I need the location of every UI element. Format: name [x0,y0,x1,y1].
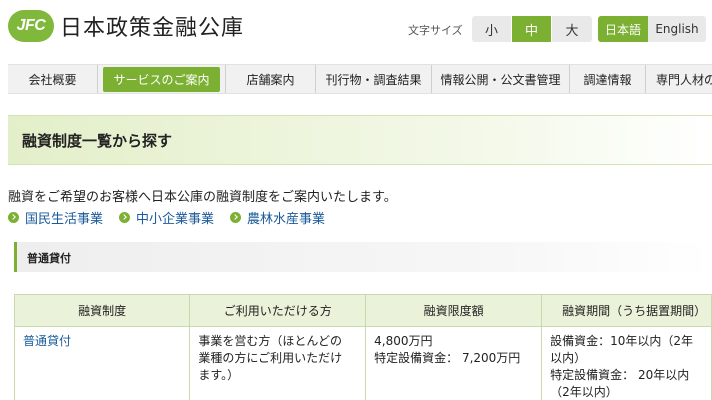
nav-item-disclosure[interactable]: 情報公開・公文書管理 [432,65,570,93]
nav-item-label: 情報公開・公文書管理 [440,72,561,87]
col-header-eligible: ご利用いただける方 [189,294,367,327]
nav-item-experts[interactable]: 専門人材の [646,65,712,93]
link-label: 農林水産事業 [247,212,326,227]
cell-line: 特定設備資金： 20年以内 [550,368,690,382]
arrow-circle-icon [230,212,242,223]
nav-item-label: 店舗案内 [246,72,295,87]
loan-name-link[interactable]: 普通貸付 [13,326,191,400]
global-nav: 会社概要 サービスのご案内 店舗案内 刊行物・調査結果 情報公開・公文書管理 調… [8,64,712,94]
nav-item-label: 調達情報 [583,72,632,87]
cell-line: ます。） [198,368,240,382]
col-header-system: 融資制度 [13,294,191,327]
font-size-small-button[interactable]: 小 [472,16,512,42]
site-name: 日本政策金融公庫 [60,16,245,41]
page-title-band: 融資制度一覧から探す [8,115,712,165]
font-size-medium-button[interactable]: 中 [512,16,552,42]
font-size-large-button[interactable]: 大 [552,16,592,42]
table-row: 普通貸付 事業を営む方（ほとんどの 業種の方にご利用いただけ ます。） 4,80… [13,326,712,400]
loan-table: 融資制度 ご利用いただける方 融資限度額 融資期間（うち据置期間） 普通貸付 事… [13,294,712,400]
nav-item-label: 会社概要 [28,72,77,87]
period-cell: 設備資金：10年以内（2年 以内） 特定設備資金： 20年以内 （2年以内） [541,326,712,400]
site-header: JFC 日本政策金融公庫 文字サイズ 小 中 大 日本語 English [0,0,712,58]
nav-item-services[interactable]: サービスのご案内 [98,65,226,93]
page-title: 融資制度一覧から探す [22,132,173,150]
arrow-circle-icon [8,212,19,223]
cell-line: 事業を営む方（ほとんどの [198,334,342,348]
nav-item-company[interactable]: 会社概要 [8,65,98,93]
jfc-logo-mark: JFC [8,10,54,42]
arrow-circle-icon [119,212,131,223]
table-header-row: 融資制度 ご利用いただける方 融資限度額 融資期間（うち据置期間） [13,294,712,327]
col-header-period: 融資期間（うち据置期間） [541,294,712,327]
eligible-cell: 事業を営む方（ほとんどの 業種の方にご利用いただけ ます。） [189,326,367,400]
font-size-switcher: 小 中 大 [472,16,592,42]
nav-item-label: 刊行物・調査結果 [325,72,422,87]
cell-line: 業種の方にご利用いただけ [198,351,343,365]
font-size-label: 文字サイズ [408,24,463,37]
link-label: 中小企業事業 [136,212,215,227]
cell-line: 特定設備資金： 7,200万円 [374,351,521,365]
language-switcher: 日本語 English [598,16,706,42]
link-kokumin[interactable]: 国民生活事業 [8,208,103,227]
cell-line: （2年以内） [550,385,618,399]
cell-line: 4,800万円 [374,334,433,348]
language-japanese-button[interactable]: 日本語 [598,16,648,42]
business-quick-links: 国民生活事業 中小企業事業 農林水産事業 [8,208,341,227]
intro-text: 融資をご希望のお客様へ日本公庫の融資制度をご案内いたします。 [8,190,397,205]
link-norin[interactable]: 農林水産事業 [230,208,325,227]
col-header-limit: 融資限度額 [365,294,543,327]
cell-line: 以内） [550,351,587,365]
cell-line: 設備資金：10年以内（2年 [550,334,694,348]
nav-item-label: 専門人材の [656,72,712,87]
section-heading: 普通貸付 [14,242,712,272]
limit-cell: 4,800万円 特定設備資金： 7,200万円 [365,326,543,400]
nav-item-procurement[interactable]: 調達情報 [570,65,646,93]
link-label: 国民生活事業 [25,212,104,227]
link-chusho[interactable]: 中小企業事業 [119,208,214,227]
language-english-button[interactable]: English [648,16,706,42]
section-title: 普通貸付 [27,252,71,265]
nav-item-label: サービスのご案内 [103,66,220,92]
nav-item-branches[interactable]: 店舗案内 [226,65,316,93]
site-logo[interactable]: JFC 日本政策金融公庫 [8,10,244,42]
nav-item-publications[interactable]: 刊行物・調査結果 [316,65,432,93]
